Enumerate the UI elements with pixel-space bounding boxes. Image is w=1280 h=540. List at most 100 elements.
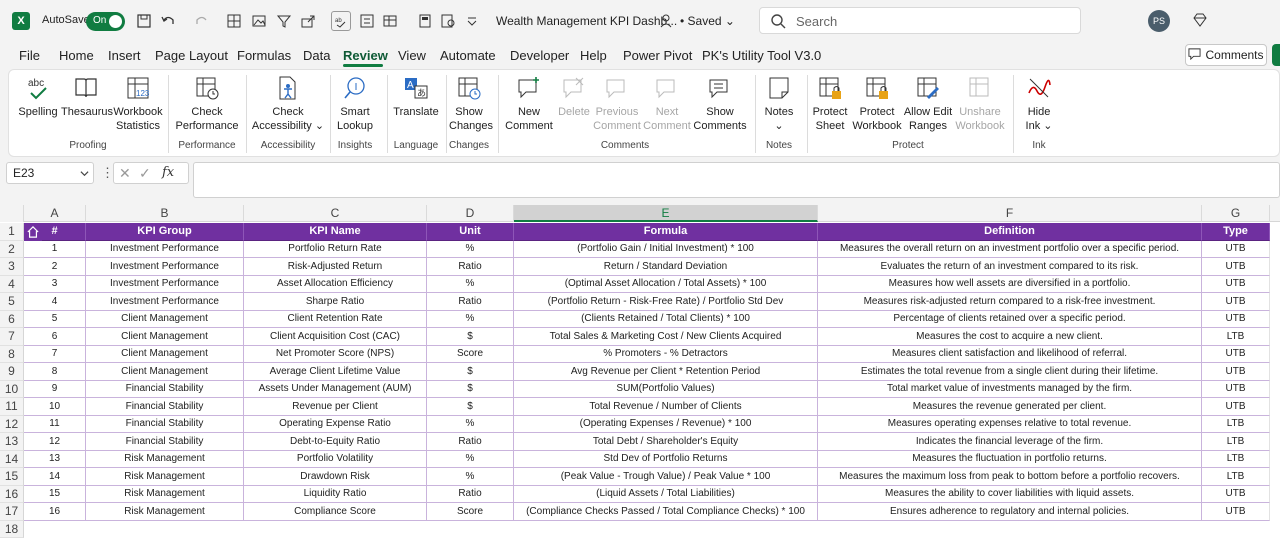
notes-button[interactable]: Notes ⌄ (759, 74, 799, 133)
spelling-qat-icon[interactable]: ab (331, 11, 351, 31)
table-cell[interactable]: LTB (1202, 450, 1270, 468)
table-cell[interactable]: 7 (24, 345, 86, 363)
table-cell[interactable]: 15 (24, 485, 86, 503)
column-header-b[interactable]: B (86, 205, 244, 222)
table-cell[interactable]: Return / Standard Deviation (514, 258, 818, 276)
column-header-e[interactable]: E (514, 205, 818, 222)
table-cell[interactable]: $ (427, 363, 514, 381)
table-cell[interactable]: Risk Management (86, 485, 244, 503)
table-cell[interactable]: Drawdown Risk (244, 468, 427, 486)
table-cell[interactable]: Debt-to-Equity Ratio (244, 433, 427, 451)
calculator-icon[interactable] (415, 11, 435, 31)
table-cell[interactable]: (Operating Expenses / Revenue) * 100 (514, 415, 818, 433)
table-cell[interactable]: UTB (1202, 398, 1270, 416)
customize-qat-icon[interactable] (462, 11, 482, 31)
table-cell[interactable]: Measures operating expenses relative to … (818, 415, 1202, 433)
filter-icon[interactable] (274, 11, 294, 31)
translate-button[interactable]: Aあ Translate (391, 74, 441, 119)
redo-icon[interactable] (192, 11, 212, 31)
search-box[interactable]: Search (759, 7, 1081, 34)
row-header-9[interactable]: 9 (0, 363, 24, 381)
row-header-15[interactable]: 15 (0, 468, 24, 486)
table-cell[interactable]: Total Sales & Marketing Cost / New Clien… (514, 328, 818, 346)
table-cell[interactable]: (Clients Retained / Total Clients) * 100 (514, 310, 818, 328)
column-header-a[interactable]: A (24, 205, 86, 222)
tab-formulas[interactable]: Formulas (237, 48, 291, 63)
table-cell[interactable]: UTB (1202, 503, 1270, 521)
borders-icon[interactable] (224, 11, 244, 31)
table-cell[interactable]: UTB (1202, 258, 1270, 276)
table-cell[interactable]: 3 (24, 275, 86, 293)
save-icon[interactable] (134, 11, 154, 31)
undo-icon[interactable] (158, 11, 178, 31)
table-cell[interactable]: Compliance Score (244, 503, 427, 521)
hide-ink-button[interactable]: Hide Ink ⌄ (1019, 74, 1059, 133)
table-header-cell[interactable]: Type (1202, 223, 1270, 241)
table-cell[interactable]: LTB (1202, 415, 1270, 433)
row-header-17[interactable]: 17 (0, 503, 24, 521)
protect-workbook-button[interactable]: Protect Workbook (852, 74, 902, 133)
table-cell[interactable]: Indicates the financial leverage of the … (818, 433, 1202, 451)
table-cell[interactable]: (Optimal Asset Allocation / Total Assets… (514, 275, 818, 293)
table-cell[interactable]: SUM(Portfolio Values) (514, 380, 818, 398)
table-cell[interactable]: Ratio (427, 293, 514, 311)
table-cell[interactable]: (Peak Value - Trough Value) / Peak Value… (514, 468, 818, 486)
table-cell[interactable]: 6 (24, 328, 86, 346)
protect-sheet-button[interactable]: Protect Sheet (810, 74, 850, 133)
saved-status[interactable]: • Saved ⌄ (680, 14, 735, 28)
table-cell[interactable]: 11 (24, 415, 86, 433)
print-preview-icon[interactable] (438, 11, 458, 31)
tab-pk-utility[interactable]: PK's Utility Tool V3.0 (702, 48, 821, 63)
row-header-8[interactable]: 8 (0, 345, 24, 363)
table-header-cell[interactable]: KPI Group (86, 223, 244, 241)
column-header-d[interactable]: D (427, 205, 514, 222)
table-cell[interactable]: Asset Allocation Efficiency (244, 275, 427, 293)
table-cell[interactable]: Risk Management (86, 468, 244, 486)
table-header-cell[interactable]: Unit (427, 223, 514, 241)
table-cell[interactable]: Investment Performance (86, 275, 244, 293)
table-cell[interactable]: Percentage of clients retained over a sp… (818, 310, 1202, 328)
table-cell[interactable]: Net Promoter Score (NPS) (244, 345, 427, 363)
share-button[interactable] (1272, 44, 1280, 66)
row-header-5[interactable]: 5 (0, 293, 24, 311)
row-header-18[interactable]: 18 (0, 520, 24, 538)
column-header-g[interactable]: G (1202, 205, 1270, 222)
tab-insert[interactable]: Insert (108, 48, 141, 63)
workbook-statistics-button[interactable]: 123 Workbook Statistics (111, 74, 165, 133)
name-box[interactable]: E23 (6, 162, 94, 184)
table-cell[interactable]: 8 (24, 363, 86, 381)
tab-page-layout[interactable]: Page Layout (155, 48, 228, 63)
table-cell[interactable]: UTB (1202, 485, 1270, 503)
table-cell[interactable]: Client Management (86, 328, 244, 346)
tab-help[interactable]: Help (580, 48, 607, 63)
table-cell[interactable]: % (427, 468, 514, 486)
share-icon[interactable] (298, 11, 318, 31)
table-cell[interactable]: LTB (1202, 433, 1270, 451)
formula-input[interactable] (193, 162, 1280, 198)
insert-function-icon[interactable]: fx (162, 165, 174, 180)
table-cell[interactable]: 1 (24, 240, 86, 258)
table-cell[interactable]: UTB (1202, 293, 1270, 311)
table-cell[interactable]: % (427, 415, 514, 433)
table-cell[interactable]: 2 (24, 258, 86, 276)
table-cell[interactable]: Ensures adherence to regulatory and inte… (818, 503, 1202, 521)
table-cell[interactable]: Ratio (427, 433, 514, 451)
table-cell[interactable]: Revenue per Client (244, 398, 427, 416)
document-title[interactable]: Wealth Management KPI Dashb... (496, 14, 677, 28)
spelling-button[interactable]: abc Spelling (15, 74, 61, 119)
row-header-16[interactable]: 16 (0, 485, 24, 503)
table-cell[interactable]: UTB (1202, 310, 1270, 328)
table-cell[interactable]: UTB (1202, 363, 1270, 381)
table-cell[interactable]: Investment Performance (86, 293, 244, 311)
table-cell[interactable]: Measures the overall return on an invest… (818, 240, 1202, 258)
table-cell[interactable]: LTB (1202, 468, 1270, 486)
unshare-workbook-button[interactable]: Unshare Workbook (954, 74, 1006, 133)
table-cell[interactable]: Investment Performance (86, 240, 244, 258)
table-cell[interactable]: Avg Revenue per Client * Retention Perio… (514, 363, 818, 381)
table-cell[interactable]: Measures the revenue generated per clien… (818, 398, 1202, 416)
tab-data[interactable]: Data (303, 48, 330, 63)
table-cell[interactable]: Measures the maximum loss from peak to b… (818, 468, 1202, 486)
table-cell[interactable]: % Promoters - % Detractors (514, 345, 818, 363)
table-cell[interactable]: Operating Expense Ratio (244, 415, 427, 433)
tab-view[interactable]: View (398, 48, 426, 63)
